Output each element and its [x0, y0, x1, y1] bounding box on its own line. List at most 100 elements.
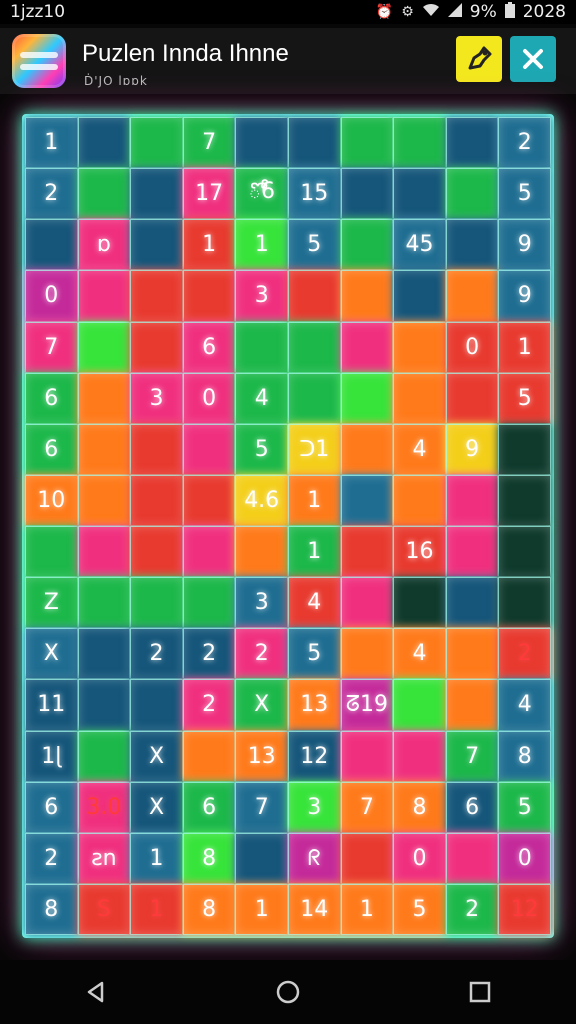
board-cell[interactable]	[340, 577, 394, 629]
board-cell[interactable]	[393, 168, 446, 220]
board-cell[interactable]	[235, 117, 288, 169]
board-cell[interactable]: 6	[182, 321, 236, 373]
board-cell[interactable]: 7	[340, 781, 394, 833]
board-cell[interactable]: 7	[25, 321, 78, 373]
board-cell[interactable]: X	[130, 730, 183, 782]
board-cell[interactable]: 0	[445, 321, 499, 373]
board-cell[interactable]	[130, 423, 183, 475]
board-cell[interactable]	[340, 526, 394, 578]
board-cell[interactable]: 1	[25, 117, 78, 169]
board-cell[interactable]: 1	[287, 474, 341, 526]
board-cell[interactable]	[77, 372, 131, 424]
board-cell[interactable]: 4	[498, 679, 551, 731]
board-cell[interactable]: 7	[182, 117, 236, 169]
board-cell[interactable]	[287, 372, 341, 424]
board-cell[interactable]: 5	[498, 781, 551, 833]
board-cell[interactable]: 9	[498, 270, 551, 322]
board-cell[interactable]	[340, 832, 394, 884]
board-cell[interactable]: 5	[235, 423, 288, 475]
board-cell[interactable]	[77, 474, 131, 526]
board-cell[interactable]: 7	[445, 730, 499, 782]
board-cell[interactable]: 3	[287, 781, 341, 833]
board-cell[interactable]	[77, 526, 131, 578]
board-cell[interactable]: 2	[235, 628, 288, 680]
board-cell[interactable]: 1ɭ	[25, 730, 78, 782]
board-cell[interactable]	[498, 423, 551, 475]
board-cell[interactable]	[445, 628, 499, 680]
board-cell[interactable]: 1	[235, 883, 288, 935]
board-cell[interactable]: 8	[182, 832, 236, 884]
board-cell[interactable]: 5	[393, 883, 446, 935]
board-cell[interactable]: 45	[393, 219, 446, 271]
board-cell[interactable]	[340, 423, 394, 475]
board-cell[interactable]: 9	[498, 219, 551, 271]
board-cell[interactable]: 4	[235, 372, 288, 424]
board-cell[interactable]	[393, 577, 446, 629]
back-button[interactable]	[66, 972, 126, 1012]
board-cell[interactable]	[182, 730, 236, 782]
board-cell[interactable]	[182, 526, 236, 578]
board-cell[interactable]: 1	[235, 219, 288, 271]
board-cell[interactable]	[77, 270, 131, 322]
board-cell[interactable]: 0	[498, 832, 551, 884]
board-cell[interactable]: 3	[130, 372, 183, 424]
board-cell[interactable]	[393, 117, 446, 169]
board-cell[interactable]: 9	[445, 423, 499, 475]
board-cell[interactable]	[287, 117, 341, 169]
board-cell[interactable]	[77, 321, 131, 373]
board-cell[interactable]: 4	[393, 423, 446, 475]
board-cell[interactable]	[498, 526, 551, 578]
board-cell[interactable]	[182, 270, 236, 322]
board-cell[interactable]: 4	[393, 628, 446, 680]
board-cell[interactable]	[340, 219, 394, 271]
board-cell[interactable]: 12	[287, 730, 341, 782]
board-cell[interactable]	[235, 321, 288, 373]
board-cell[interactable]: 3	[235, 577, 288, 629]
board-cell[interactable]: 0	[182, 372, 236, 424]
board-cell[interactable]	[340, 474, 394, 526]
board-cell[interactable]	[130, 679, 183, 731]
board-cell[interactable]: 2	[25, 832, 78, 884]
board-cell[interactable]: 8	[25, 883, 78, 935]
board-cell[interactable]: 2	[445, 883, 499, 935]
board-cell[interactable]	[77, 628, 131, 680]
board-cell[interactable]	[77, 168, 131, 220]
board-cell[interactable]: 7	[235, 781, 288, 833]
board-cell[interactable]	[130, 117, 183, 169]
board-cell[interactable]: 1	[287, 526, 341, 578]
board-cell[interactable]	[498, 577, 551, 629]
recents-button[interactable]	[450, 972, 510, 1012]
board-cell[interactable]	[340, 270, 394, 322]
board-cell[interactable]: 0	[25, 270, 78, 322]
board-cell[interactable]	[130, 526, 183, 578]
board-cell[interactable]	[130, 270, 183, 322]
board-cell[interactable]: ƨn	[77, 832, 131, 884]
board-cell[interactable]	[340, 372, 394, 424]
board-cell[interactable]: S	[77, 883, 131, 935]
board-cell[interactable]	[445, 526, 499, 578]
board-cell[interactable]	[77, 577, 131, 629]
board-cell[interactable]	[130, 219, 183, 271]
board-cell[interactable]	[182, 474, 236, 526]
board-cell[interactable]: 6	[25, 372, 78, 424]
board-cell[interactable]: 8	[393, 781, 446, 833]
board-cell[interactable]	[130, 577, 183, 629]
board-cell[interactable]: 4	[287, 577, 341, 629]
board-cell[interactable]	[445, 474, 499, 526]
board-cell[interactable]: X	[130, 781, 183, 833]
board-cell[interactable]: ᘔ19	[340, 679, 394, 731]
board-cell[interactable]: 2	[182, 628, 236, 680]
board-cell[interactable]: 8	[498, 730, 551, 782]
board-cell[interactable]: 2	[498, 628, 551, 680]
board-cell[interactable]: 10	[25, 474, 78, 526]
board-cell[interactable]	[182, 423, 236, 475]
board-cell[interactable]: Z	[25, 577, 78, 629]
board-cell[interactable]	[393, 474, 446, 526]
board-cell[interactable]	[445, 168, 499, 220]
board-cell[interactable]: 2	[182, 679, 236, 731]
board-cell[interactable]	[393, 321, 446, 373]
board-cell[interactable]: 6	[182, 781, 236, 833]
board-cell[interactable]: 2	[130, 628, 183, 680]
board-cell[interactable]: 5	[498, 372, 551, 424]
board-cell[interactable]	[393, 679, 446, 731]
